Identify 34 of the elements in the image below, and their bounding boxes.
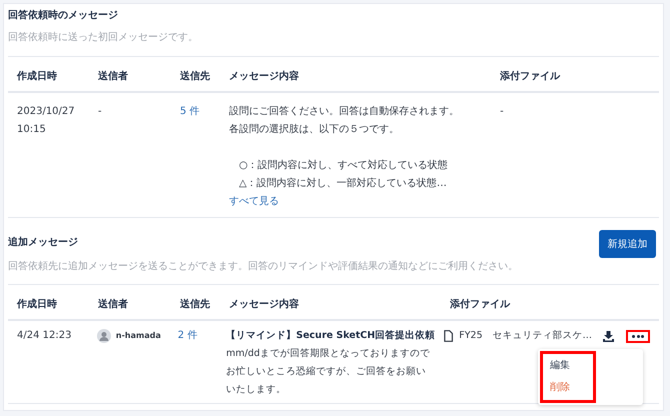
date-cell: 4/24 12:23 [17, 330, 72, 341]
section-description: 回答依頼時に送った初回メッセージです。 [8, 31, 199, 45]
recipients-link[interactable]: 2 件 [178, 330, 198, 341]
document-icon [444, 330, 454, 342]
column-header: 添付ファイル [450, 299, 510, 310]
menu-item[interactable]: 編集 [543, 355, 594, 377]
column-header: 作成日時 [17, 299, 57, 310]
message-text: mm/ddまでが回答期限となっておりますので お忙しいところ恐縮ですが、ご回答をお願い いたします。 [226, 347, 431, 397]
column-header: 送信者 [98, 71, 128, 82]
message-text: 設問にご回答ください。回答は自動保存されます。 各設問の選択肢は、以下の５つです。 [229, 104, 460, 137]
sender-name: n-hamada [116, 330, 161, 342]
more-button[interactable] [626, 330, 650, 342]
column-header: メッセージ内容 [229, 71, 299, 82]
section-description: 回答依頼先に追加メッセージを送ることができます。回答のリマインドや評価結果の通知などにご利用ください。 [8, 260, 518, 274]
attachment-cell: - [500, 106, 504, 117]
avatar-icon [96, 329, 111, 343]
see-all-link[interactable]: すべて見る [229, 196, 279, 207]
attachment-name[interactable]: FY25 セキュリティ部スケ… [459, 327, 592, 345]
sender-cell: - [98, 106, 102, 117]
recipients-link[interactable]: 5 件 [180, 106, 200, 117]
section-title: 追加メッセージ [8, 236, 79, 250]
menu-item[interactable]: 削除 [543, 377, 594, 399]
column-header: 送信先 [180, 299, 210, 310]
new-button[interactable]: 新規追加 [599, 230, 656, 258]
column-header: 添付ファイル [500, 71, 560, 82]
column-header: 作成日時 [17, 71, 57, 82]
download-icon[interactable] [603, 330, 614, 342]
date-cell-text: 2023/10/27 10:15 [17, 105, 76, 137]
column-header: 送信者 [98, 299, 128, 310]
options-text: ○：設問内容に対し、すべて対応している状態 △：設問内容に対し、一部対応している状態… [238, 158, 449, 191]
column-header: 送信先 [180, 71, 210, 82]
column-header: メッセージ内容 [229, 299, 299, 310]
message-title: 【リマインド】Secure SketCH回答提出依頼 [226, 328, 436, 343]
section-title: 回答依頼時のメッセージ [8, 9, 119, 23]
